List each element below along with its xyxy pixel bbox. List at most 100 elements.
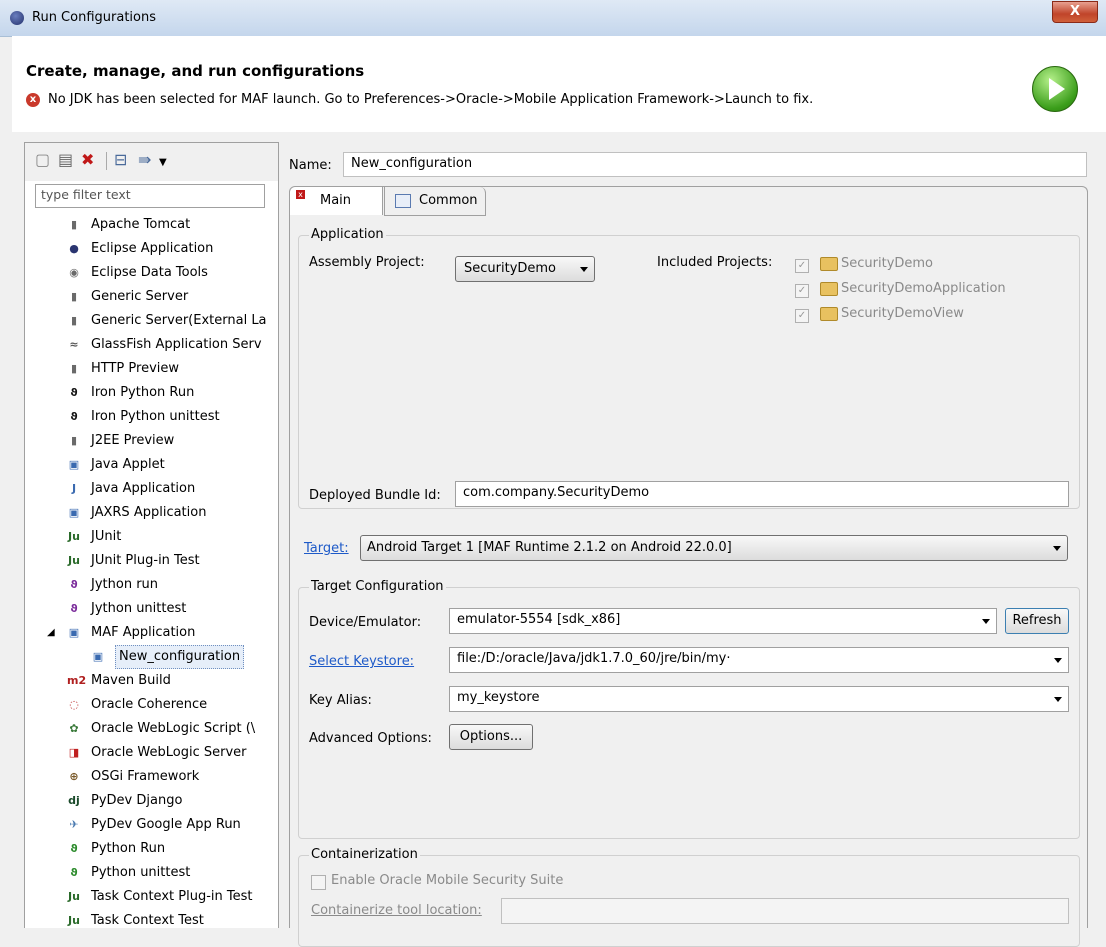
server-icon: ▮ <box>70 290 78 303</box>
tree-item-label: GlassFish Application Serv <box>91 337 262 352</box>
containerize-tool-link[interactable]: Containerize tool location: <box>311 903 482 918</box>
tree-item[interactable]: ϑ Jython unittest <box>25 597 278 621</box>
chevron-down-icon <box>1054 658 1062 663</box>
maf-config-icon: ▣ <box>92 650 104 663</box>
tree-item[interactable]: ≈ GlassFish Application Serv <box>25 333 278 357</box>
server-icon: ▮ <box>70 434 78 447</box>
chevron-down-icon[interactable]: ▼ <box>159 154 167 172</box>
tree-item-label: Java Application <box>91 481 196 496</box>
maven-icon: m2 <box>67 674 87 687</box>
filter-icon[interactable]: ⇛ <box>138 151 151 169</box>
weblogic-script-icon: ✿ <box>69 722 79 735</box>
duplicate-icon[interactable]: ▤ <box>58 151 73 169</box>
tree-item-label: Jython unittest <box>91 601 187 616</box>
config-tree: ▮ Apache Tomcat ● Eclipse Application ◉ Eclip… <box>25 213 278 928</box>
enable-security-checkbox[interactable] <box>311 875 326 890</box>
tree-item[interactable]: ● Eclipse Application <box>25 237 278 261</box>
included-project-checkbox[interactable]: ✓ <box>795 309 809 323</box>
chevron-down-icon <box>982 619 990 624</box>
tree-item[interactable]: ✈ PyDev Google App Run <box>25 813 278 837</box>
collapse-all-icon[interactable]: ⊟ <box>114 151 127 169</box>
device-emulator-select[interactable]: emulator-5554 [sdk_x86] <box>449 608 997 634</box>
target-link[interactable]: Target: <box>304 541 349 556</box>
tree-item-label: Task Context Plug-in Test <box>91 889 253 904</box>
tree-item-label: Eclipse Application <box>91 241 214 256</box>
application-title: Application <box>309 227 386 242</box>
tree-item[interactable]: ◨ Oracle WebLogic Server <box>25 741 278 765</box>
chevron-down-icon <box>580 267 588 272</box>
tree-item-label: Task Context Test <box>91 913 204 928</box>
tab-main[interactable]: x Main <box>290 187 383 215</box>
keystore-select[interactable]: file:/D:/oracle/Java/jdk1.7.0_60/jre/bin… <box>449 647 1069 673</box>
tree-item-label: Java Applet <box>91 457 165 472</box>
tree-item[interactable]: ▮ HTTP Preview <box>25 357 278 381</box>
tree-item[interactable]: ▮ Generic Server(External La <box>25 309 278 333</box>
key-alias-label: Key Alias: <box>309 693 372 708</box>
target-configuration-group: Target Configuration Device/Emulator: em… <box>298 579 1080 839</box>
tree-item[interactable]: ϑ Python Run <box>25 837 278 861</box>
tree-item-label: Generic Server <box>91 289 189 304</box>
name-label: Name: <box>289 158 332 173</box>
tree-item[interactable]: ϑ Iron Python unittest <box>25 405 278 429</box>
included-project-checkbox[interactable]: ✓ <box>795 284 809 298</box>
tab-main-label: Main <box>320 193 352 208</box>
tree-item-label: Oracle WebLogic Server <box>91 745 247 760</box>
tree-item[interactable]: dj PyDev Django <box>25 789 278 813</box>
tree-item[interactable]: ▣ JAXRS Application <box>25 501 278 525</box>
jaxrs-icon: ▣ <box>68 506 80 519</box>
tree-item[interactable]: J Java Application <box>25 477 278 501</box>
coherence-icon: ◌ <box>69 698 79 711</box>
tree-item-label: Iron Python unittest <box>91 409 220 424</box>
expand-arrow-icon[interactable]: ◢ <box>47 621 55 645</box>
tree-item[interactable]: ⊕ OSGi Framework <box>25 765 278 789</box>
target-select[interactable]: Android Target 1 [MAF Runtime 2.1.2 on A… <box>360 535 1068 561</box>
assembly-project-select[interactable]: SecurityDemo <box>455 256 595 282</box>
options-button[interactable]: Options... <box>449 724 533 750</box>
assembly-project-value: SecurityDemo <box>464 261 557 276</box>
tree-item[interactable]: Ju Task Context Test <box>25 909 278 928</box>
tree-item[interactable]: ▮ Apache Tomcat <box>25 213 278 237</box>
tree-item[interactable]: ✿ Oracle WebLogic Script (\ <box>25 717 278 741</box>
tree-item[interactable]: Ju JUnit Plug-in Test <box>25 549 278 573</box>
name-input[interactable]: New_configuration <box>343 152 1087 177</box>
key-alias-select[interactable]: my_keystore <box>449 686 1069 712</box>
close-button[interactable]: X <box>1052 1 1098 23</box>
folder-icon <box>820 307 838 321</box>
tree-item[interactable]: ◉ Eclipse Data Tools <box>25 261 278 285</box>
included-project-label: SecurityDemo <box>841 256 934 271</box>
tree-item-label: Python Run <box>91 841 166 856</box>
tree-item[interactable]: ϑ Jython run <box>25 573 278 597</box>
tree-item-label: OSGi Framework <box>91 769 200 784</box>
bundle-id-input[interactable]: com.company.SecurityDemo <box>455 481 1069 507</box>
device-emulator-value: emulator-5554 [sdk_x86] <box>457 612 621 627</box>
tree-item[interactable]: ◢ ▣ MAF Application <box>25 621 278 645</box>
select-keystore-link[interactable]: Select Keystore: <box>309 654 414 669</box>
tree-item[interactable]: ϑ Iron Python Run <box>25 381 278 405</box>
tree-item[interactable]: Ju Task Context Plug-in Test <box>25 885 278 909</box>
folder-icon <box>820 257 838 271</box>
tree-item-label: HTTP Preview <box>91 361 180 376</box>
tab-common-label: Common <box>419 193 478 208</box>
tree-item[interactable]: ▮ Generic Server <box>25 285 278 309</box>
tree-item[interactable]: ϑ Python unittest <box>25 861 278 885</box>
containerize-tool-input[interactable] <box>501 898 1069 924</box>
delete-icon[interactable]: ✖ <box>81 151 94 169</box>
tree-item[interactable]: ▮ J2EE Preview <box>25 429 278 453</box>
junit-icon: Ju <box>68 554 80 567</box>
task-context-icon: Ju <box>68 890 80 903</box>
filter-input[interactable]: type filter text <box>35 184 265 208</box>
maf-icon: ▣ <box>68 626 80 639</box>
tab-common[interactable]: Common <box>384 187 486 216</box>
target-value: Android Target 1 [MAF Runtime 2.1.2 on A… <box>367 540 732 555</box>
tree-item[interactable]: m2 Maven Build <box>25 669 278 693</box>
glassfish-icon: ≈ <box>69 338 79 351</box>
tree-item[interactable]: Ju JUnit <box>25 525 278 549</box>
tree-item[interactable]: ▣ New_configuration <box>25 645 278 669</box>
tree-item[interactable]: ◌ Oracle Coherence <box>25 693 278 717</box>
applet-icon: ▣ <box>68 458 80 471</box>
tab-panel: x Main Common Application Assembly Proje… <box>289 186 1088 947</box>
refresh-button[interactable]: Refresh <box>1005 608 1069 634</box>
included-project-checkbox[interactable]: ✓ <box>795 259 809 273</box>
new-config-icon[interactable]: ▢ <box>35 151 50 169</box>
tree-item[interactable]: ▣ Java Applet <box>25 453 278 477</box>
